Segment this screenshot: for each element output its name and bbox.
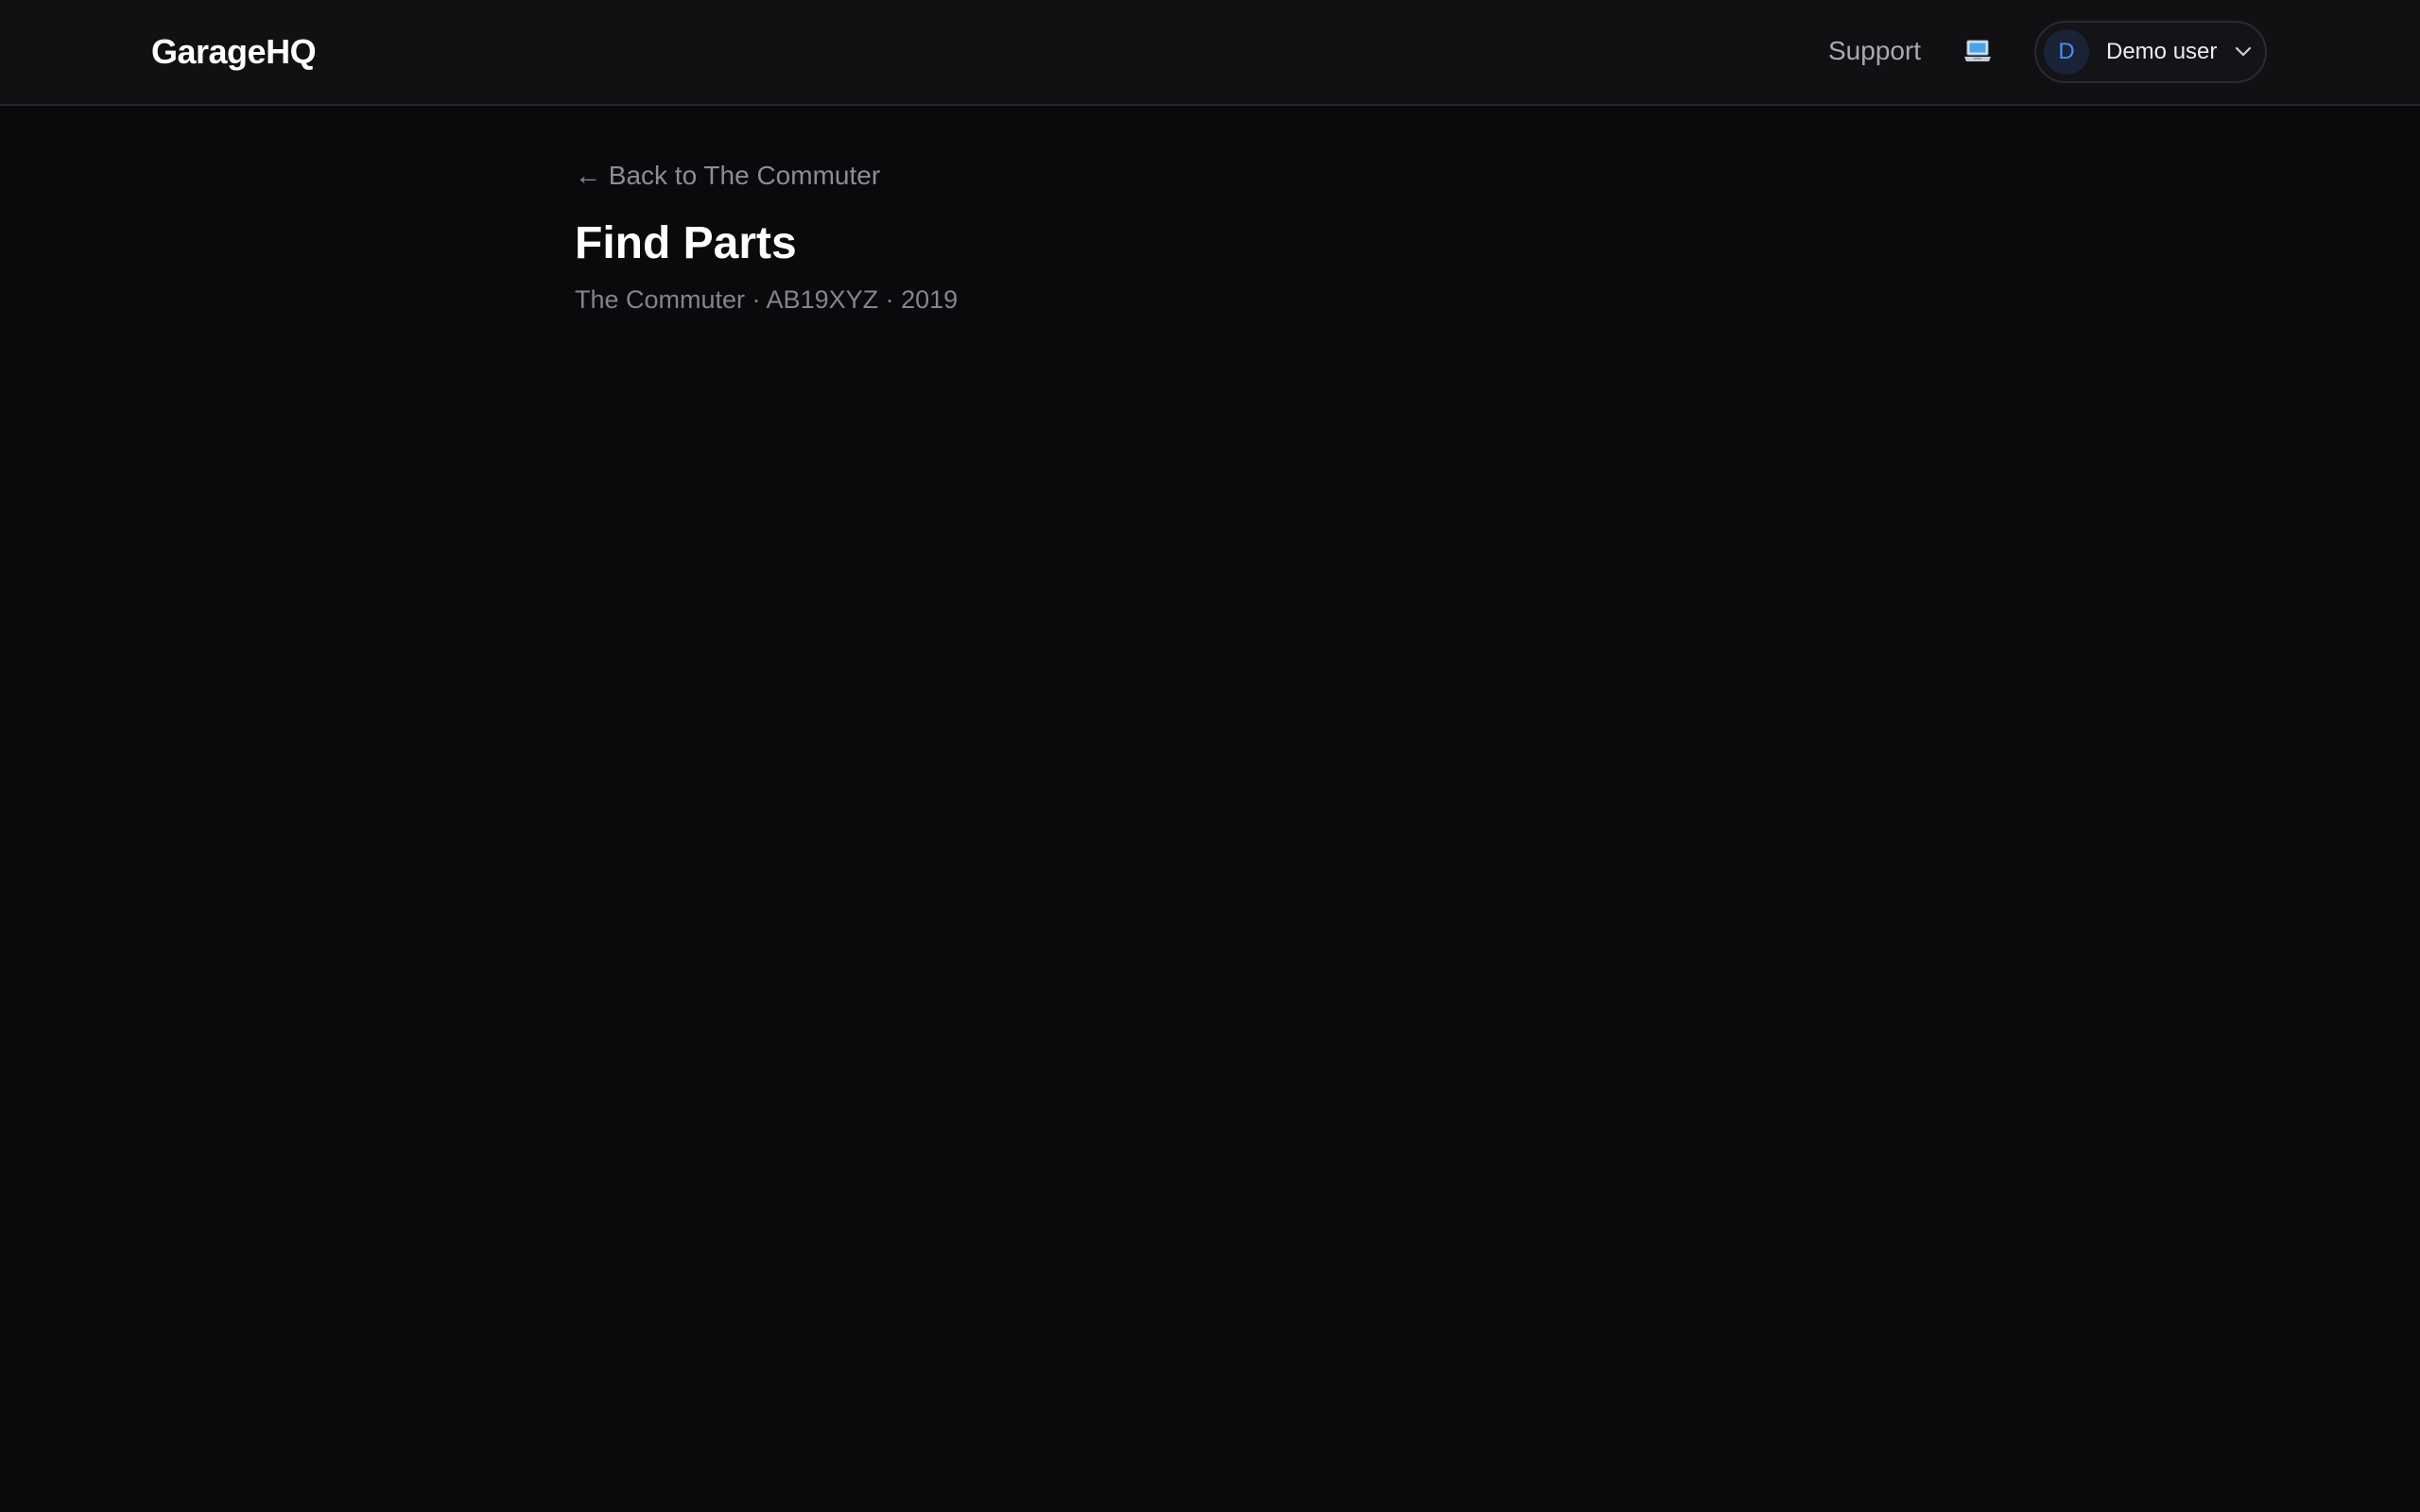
page-title: Find Parts xyxy=(575,218,797,268)
back-to-vehicle-link[interactable]: ← Back to The Commuter xyxy=(575,161,880,191)
theme-toggle-button[interactable] xyxy=(1959,32,1996,70)
app-root: GarageHQ Support D Demo user ← Back to T… xyxy=(0,0,2420,1512)
brand-logo-link[interactable]: GarageHQ xyxy=(151,32,317,72)
laptop-icon xyxy=(1964,40,1991,61)
vehicle-subtitle: The Commuter · AB19XYZ · 2019 xyxy=(575,285,959,314)
user-name-label: Demo user xyxy=(2106,39,2218,64)
support-link[interactable]: Support xyxy=(1828,36,1921,66)
chevron-down-icon xyxy=(2234,43,2253,61)
avatar: D xyxy=(2044,29,2089,75)
user-menu-button[interactable]: D Demo user xyxy=(2034,21,2267,83)
top-navigation-bar: GarageHQ Support D Demo user xyxy=(0,0,2420,106)
